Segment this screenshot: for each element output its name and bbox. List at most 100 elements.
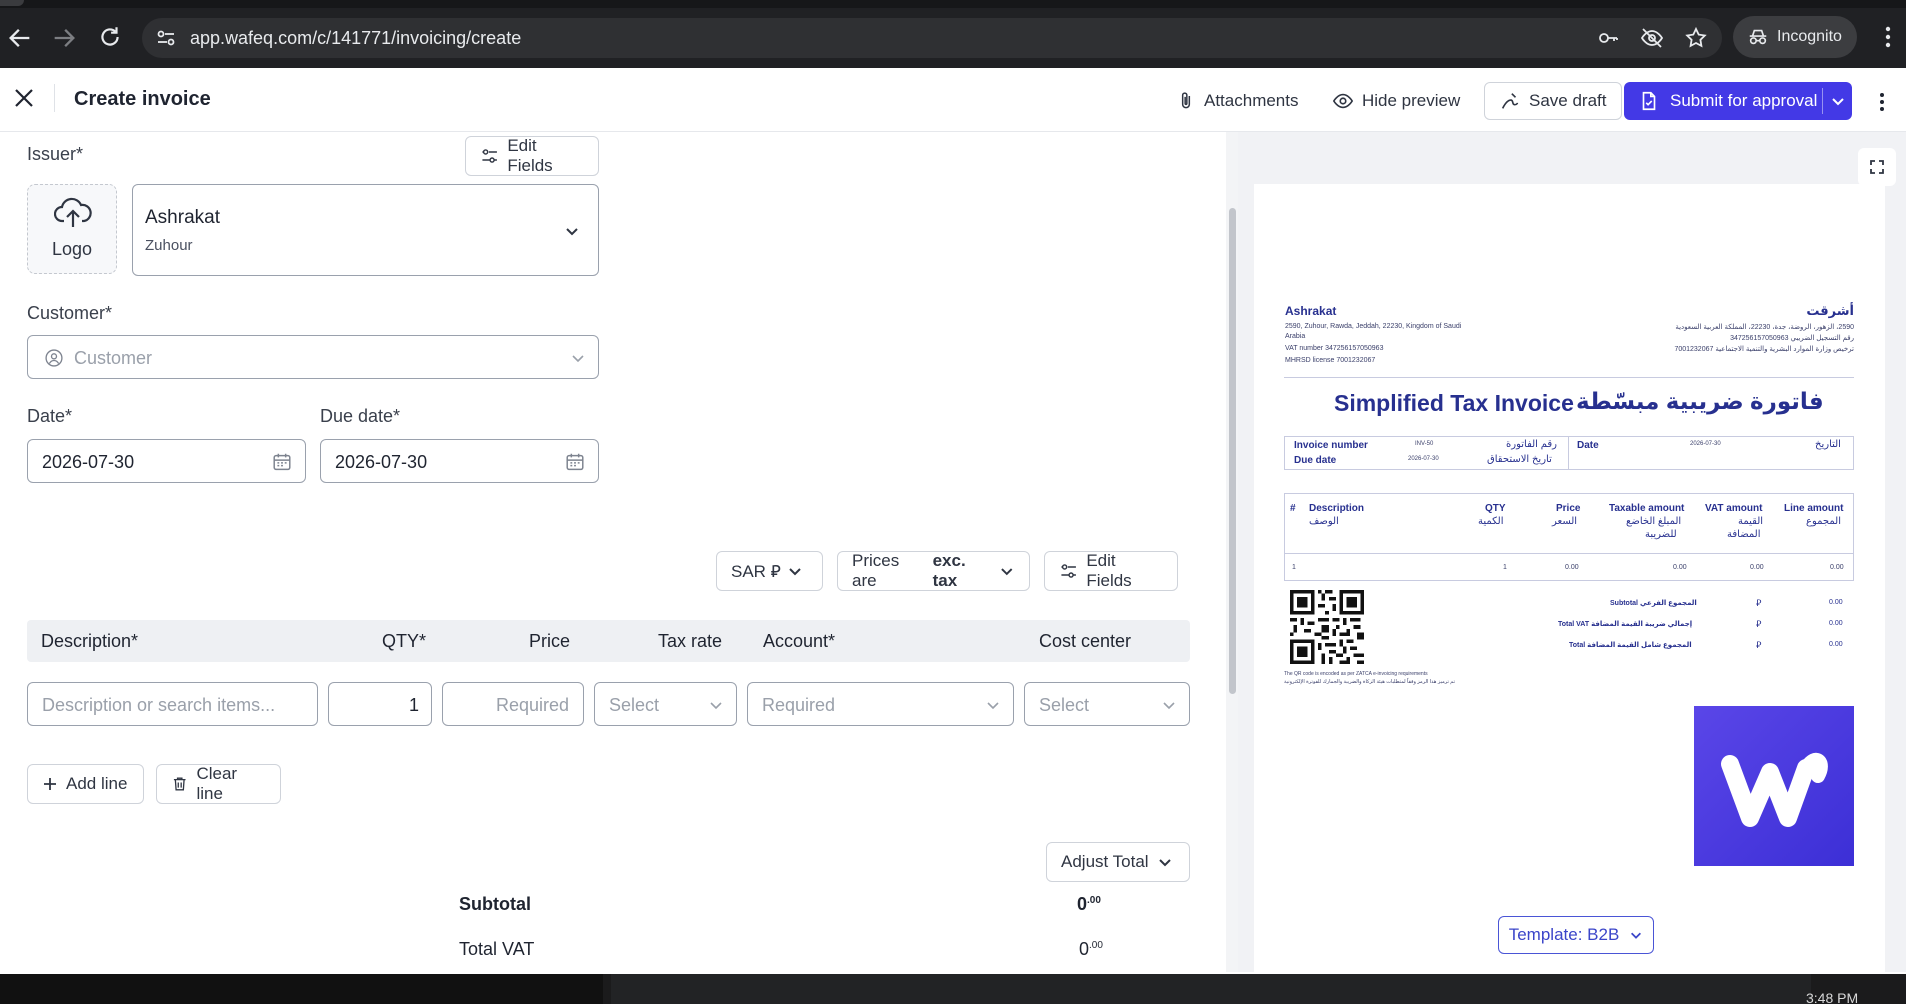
wafeq-logo bbox=[1694, 706, 1854, 866]
address-bar[interactable]: app.wafeq.com/c/141771/invoicing/create bbox=[142, 18, 1722, 58]
url-text[interactable]: app.wafeq.com/c/141771/invoicing/create bbox=[190, 28, 521, 49]
preview-total-vat-currency: ⃁ bbox=[1756, 619, 1762, 629]
total-vat-label: Total VAT bbox=[459, 939, 535, 959]
preview-col-price-en: Price bbox=[1556, 503, 1581, 514]
chevron-down-icon bbox=[1161, 697, 1177, 713]
site-settings-icon[interactable] bbox=[154, 26, 178, 50]
preview-meta-box bbox=[1284, 436, 1854, 470]
close-icon[interactable] bbox=[12, 86, 36, 110]
clear-line-button[interactable]: Clear line bbox=[156, 764, 281, 804]
edit-fields-label: Edit Fields bbox=[507, 136, 553, 175]
chevron-down-icon bbox=[1631, 932, 1642, 939]
hide-preview-button[interactable]: Hide preview bbox=[1332, 82, 1460, 120]
chevron-down-icon bbox=[570, 350, 586, 366]
back-icon[interactable] bbox=[6, 24, 34, 52]
price-placeholder: Required bbox=[495, 695, 569, 715]
incognito-icon bbox=[1747, 26, 1769, 48]
prices-prefix: Prices are bbox=[852, 551, 900, 590]
tax-rate-select[interactable]: Select bbox=[594, 682, 737, 726]
preview-subtotal-label: Subtotal المجموع الفرعي bbox=[1610, 600, 1697, 607]
preview-row-price: 0.00 bbox=[1565, 564, 1579, 571]
edit-fields-button-lines[interactable]: Edit Fields bbox=[1044, 551, 1178, 591]
add-line-button[interactable]: Add line bbox=[27, 764, 144, 804]
preview-col-qty-en: QTY bbox=[1485, 503, 1506, 514]
description-input[interactable]: Description or search items... bbox=[27, 682, 318, 726]
qty-input[interactable]: 1 bbox=[328, 682, 432, 726]
preview-items-header-rule bbox=[1284, 553, 1854, 554]
prices-tax-mode-select[interactable]: Prices are exc. tax bbox=[837, 551, 1030, 591]
attachments-button[interactable]: Attachments bbox=[1176, 82, 1299, 120]
forward-icon[interactable] bbox=[50, 24, 78, 52]
price-input[interactable]: Required bbox=[442, 682, 584, 726]
expand-preview-button[interactable] bbox=[1858, 148, 1896, 186]
preview-row-qty: 1 bbox=[1503, 564, 1507, 571]
form-scrollbar-thumb[interactable] bbox=[1229, 208, 1236, 694]
preview-total-vat-value: 0.00 bbox=[1829, 620, 1843, 627]
account-placeholder: Required bbox=[762, 695, 836, 715]
os-taskbar: 3:48 PM bbox=[0, 974, 1906, 1004]
submit-for-approval-button[interactable]: Submit for approval bbox=[1624, 82, 1852, 120]
preview-row-vat: 0.00 bbox=[1750, 564, 1764, 571]
preview-col-price-ar: السعر bbox=[1552, 516, 1578, 527]
page-title: Create invoice bbox=[74, 88, 211, 110]
due-date-value: 2026-07-30 bbox=[335, 452, 428, 472]
date-label: Date* bbox=[27, 406, 73, 426]
system-clock: 3:48 PM bbox=[1806, 990, 1859, 1004]
customer-select[interactable]: Customer bbox=[27, 335, 599, 379]
incognito-badge[interactable]: Incognito bbox=[1733, 16, 1857, 58]
chevron-down-icon bbox=[708, 697, 724, 713]
plus-icon bbox=[44, 778, 56, 790]
star-icon[interactable] bbox=[1684, 26, 1708, 50]
save-draft-button[interactable]: Save draft bbox=[1484, 82, 1622, 120]
description-placeholder: Description or search items... bbox=[42, 695, 276, 715]
date-value: 2026-07-30 bbox=[42, 452, 135, 472]
preview-date-value: 2026-07-30 bbox=[1690, 441, 1721, 447]
template-select[interactable]: Template: B2B bbox=[1498, 916, 1654, 954]
customer-placeholder: Customer bbox=[74, 348, 153, 368]
edit-fields-button[interactable]: Edit Fields bbox=[465, 136, 599, 176]
preview-invoice-number-label: Invoice number bbox=[1294, 440, 1368, 451]
preview-company-ar: أشرقت bbox=[1806, 303, 1854, 318]
signature-pen-icon bbox=[1501, 93, 1519, 109]
key-icon[interactable] bbox=[1596, 26, 1620, 50]
split-divider bbox=[1822, 88, 1823, 114]
date-input[interactable]: 2026-07-30 bbox=[27, 439, 306, 483]
eye-off-icon[interactable] bbox=[1640, 26, 1664, 50]
adjust-total-button[interactable]: Adjust Total bbox=[1046, 842, 1190, 882]
line-items-header: Description* QTY* Price Tax rate Account… bbox=[27, 620, 1190, 662]
due-date-input[interactable]: 2026-07-30 bbox=[320, 439, 599, 483]
logo-upload[interactable]: Logo bbox=[27, 184, 117, 274]
preview-title-en: Simplified Tax Invoice bbox=[1334, 390, 1574, 416]
taskbar-segment bbox=[0, 974, 603, 1004]
preview-col-desc-en: Description bbox=[1309, 503, 1365, 514]
preview-row-taxable: 0.00 bbox=[1673, 564, 1687, 571]
sliders-icon bbox=[1061, 564, 1076, 578]
currency-select[interactable]: SAR ⃁ bbox=[716, 551, 823, 591]
cloud-upload-icon bbox=[53, 195, 92, 229]
preview-mhrsd-ar: ترخيص وزارة الموارد البشرية والتنمية الا… bbox=[1674, 346, 1854, 353]
preview-row-line: 0.00 bbox=[1830, 564, 1844, 571]
preview-address-en-2: Arabia bbox=[1285, 333, 1306, 340]
sliders-icon bbox=[482, 149, 497, 163]
chevron-down-icon[interactable] bbox=[1830, 93, 1846, 109]
reload-icon[interactable] bbox=[96, 24, 124, 52]
preview-col-vat-en: VAT amount bbox=[1705, 503, 1763, 514]
edit-fields-label: Edit Fields bbox=[1086, 551, 1132, 590]
tab[interactable] bbox=[0, 0, 24, 6]
cost-center-select[interactable]: Select bbox=[1024, 682, 1190, 726]
issuer-select[interactable]: Ashrakat Zuhour bbox=[132, 184, 599, 276]
tax-rate-placeholder: Select bbox=[609, 695, 660, 715]
preview-qr-note-ar: تم ترميز هذا الرمز وفقاً لمتطلبات هيئة ا… bbox=[1284, 679, 1456, 685]
browser-menu-icon[interactable] bbox=[1878, 22, 1898, 52]
preview-date-label: Date bbox=[1577, 440, 1599, 451]
preview-col-desc-ar: الوصف bbox=[1309, 516, 1339, 527]
issuer-subtitle: Zuhour bbox=[145, 237, 193, 254]
col-price: Price bbox=[529, 631, 571, 651]
chevron-down-icon bbox=[985, 697, 1001, 713]
calendar-icon[interactable] bbox=[564, 451, 586, 473]
preview-due-date-value: 2026-07-30 bbox=[1408, 456, 1439, 462]
more-options-icon[interactable] bbox=[1872, 90, 1892, 114]
preview-header-rule bbox=[1284, 377, 1854, 378]
account-select[interactable]: Required bbox=[747, 682, 1014, 726]
calendar-icon[interactable] bbox=[271, 451, 293, 473]
